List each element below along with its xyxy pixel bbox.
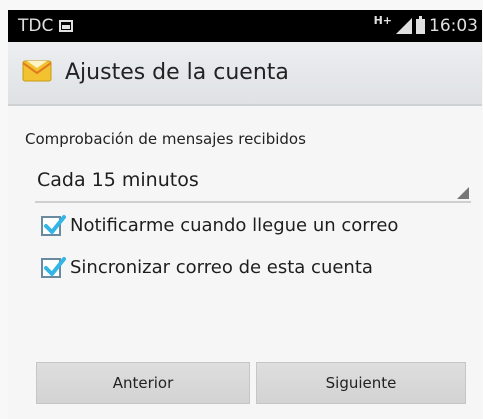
mail-envelope-icon (22, 58, 52, 84)
battery-icon (416, 15, 425, 34)
dropdown-corner-icon (457, 187, 469, 199)
checkmark-icon (44, 214, 66, 234)
notify-checkbox[interactable] (41, 214, 66, 236)
sync-checkbox-row[interactable]: Sincronizar correo de esta cuenta (41, 256, 373, 278)
check-frequency-label: Comprobación de mensajes recibidos (25, 130, 306, 148)
spinner-selected-value: Cada 15 minutos (37, 169, 199, 191)
checkmark-icon (44, 256, 66, 276)
next-button[interactable]: Siguiente (256, 362, 466, 404)
carrier-name: TDC (18, 16, 54, 36)
status-bar: TDC H+ 16:03 (8, 10, 482, 42)
action-bar: Ajustes de la cuenta (8, 42, 482, 106)
previous-button[interactable]: Anterior (36, 362, 250, 404)
network-type: H+ (373, 13, 392, 27)
notify-label: Notificarme cuando llegue un correo (70, 215, 399, 236)
notify-checkbox-row[interactable]: Notificarme cuando llegue un correo (41, 214, 399, 236)
check-frequency-spinner[interactable]: Cada 15 minutos (35, 163, 471, 203)
status-left: TDC (18, 16, 74, 36)
page-title: Ajustes de la cuenta (65, 60, 289, 85)
status-right: H+ 16:03 (373, 13, 478, 37)
screen: TDC H+ 16:03 Ajustes de la cuenta Compro… (0, 0, 483, 419)
sync-label: Sincronizar correo de esta cuenta (70, 257, 373, 278)
signal-strength-icon (396, 18, 412, 34)
sync-checkbox[interactable] (41, 256, 66, 278)
clock: 16:03 (429, 16, 478, 36)
image-notification-icon (59, 20, 74, 32)
